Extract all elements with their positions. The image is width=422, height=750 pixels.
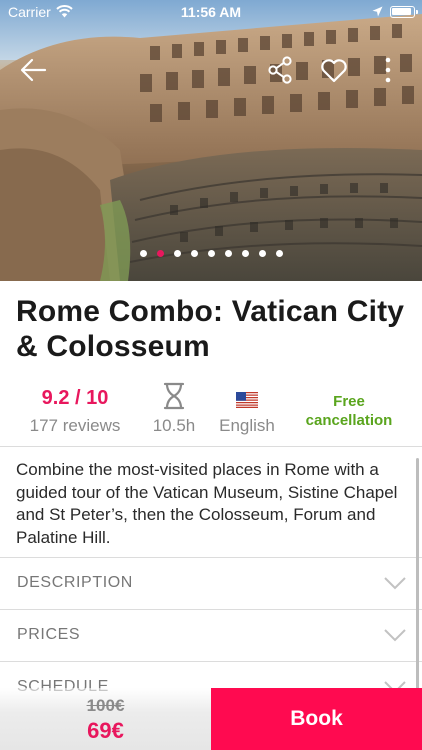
pagination-dot[interactable] bbox=[275, 250, 283, 257]
price-box: 100€ 69€ bbox=[0, 688, 211, 750]
colosseum-photo bbox=[0, 0, 422, 281]
booking-bar: 100€ 69€ Book bbox=[0, 688, 422, 750]
more-vertical-icon[interactable] bbox=[372, 54, 404, 86]
duration-value: 10.5h bbox=[152, 416, 196, 435]
image-pagination[interactable] bbox=[0, 250, 422, 260]
book-button[interactable]: Book bbox=[211, 688, 422, 750]
pagination-dot[interactable] bbox=[190, 250, 198, 257]
pagination-dot[interactable] bbox=[173, 250, 181, 257]
new-price: 69€ bbox=[87, 718, 124, 743]
duration-stat: 10.5h bbox=[142, 382, 206, 436]
language-value: English bbox=[219, 416, 275, 435]
tour-summary: Combine the most-visited places in Rome … bbox=[16, 460, 398, 547]
us-flag-icon bbox=[236, 392, 258, 408]
hourglass-icon bbox=[163, 382, 185, 410]
chevron-down-icon bbox=[384, 577, 406, 590]
rating-stat[interactable]: 9.2 / 10 177 reviews bbox=[20, 382, 130, 436]
share-icon[interactable] bbox=[264, 54, 296, 86]
section-prices[interactable]: PRICES bbox=[0, 610, 422, 662]
section-label: PRICES bbox=[17, 626, 81, 643]
hero-image[interactable]: Carrier 11:56 AM bbox=[0, 0, 422, 281]
section-label: DESCRIPTION bbox=[17, 574, 133, 591]
heart-icon[interactable] bbox=[318, 54, 350, 86]
scrollbar[interactable] bbox=[416, 458, 419, 690]
reviews-count[interactable]: 177 reviews bbox=[20, 416, 130, 436]
chevron-down-icon bbox=[384, 629, 406, 642]
battery-icon bbox=[390, 6, 418, 18]
old-price: 100€ bbox=[86, 696, 125, 715]
tour-stats: 9.2 / 10 177 reviews 10.5h English Free … bbox=[0, 382, 422, 442]
pagination-dot[interactable] bbox=[139, 250, 147, 257]
status-bar: Carrier 11:56 AM bbox=[0, 0, 422, 24]
rating-value: 9.2 / 10 bbox=[41, 387, 109, 409]
location-arrow-icon bbox=[372, 6, 383, 17]
divider bbox=[0, 446, 422, 447]
language-stat: English bbox=[208, 382, 286, 436]
status-time: 11:56 AM bbox=[180, 4, 242, 20]
back-arrow-icon[interactable] bbox=[18, 54, 50, 86]
free-cancellation-badge: Free cancellation bbox=[305, 393, 393, 429]
tour-title: Rome Combo: Vatican City & Colosseum bbox=[16, 295, 405, 363]
section-description[interactable]: DESCRIPTION bbox=[0, 558, 422, 610]
pagination-dot-active[interactable] bbox=[156, 250, 164, 257]
pagination-dot[interactable] bbox=[207, 250, 215, 257]
pagination-dot[interactable] bbox=[258, 250, 266, 257]
pagination-dot[interactable] bbox=[224, 250, 232, 257]
pagination-dot[interactable] bbox=[241, 250, 249, 257]
